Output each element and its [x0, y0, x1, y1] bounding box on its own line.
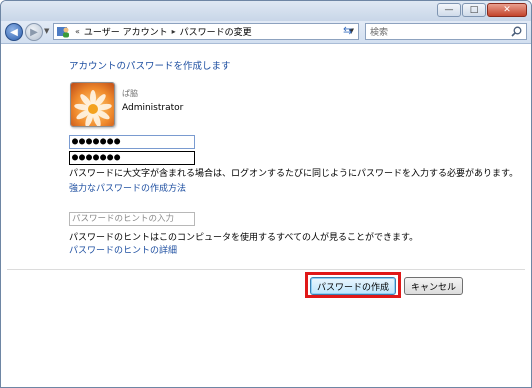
- recent-pages-chevron-icon[interactable]: ▼: [44, 27, 49, 35]
- caps-lock-note: パスワードに大文字が含まれる場合は、ログオンするたびに同じようにパスワードを入力…: [69, 169, 519, 179]
- back-button[interactable]: ◀: [5, 23, 23, 41]
- user-role: Administrator: [122, 103, 184, 113]
- breadcrumb-separator-icon[interactable]: ▸: [172, 27, 176, 36]
- navigation-bar: ◀ ▶ ▼ « ユーザー アカウント ▸ パスワードの変更 ▼ ⇆ 検索: [1, 21, 531, 44]
- divider: [7, 269, 525, 270]
- strong-password-link[interactable]: 強力なパスワードの作成方法: [69, 181, 186, 194]
- user-name: ぱ脇: [122, 89, 138, 98]
- search-icon[interactable]: [511, 26, 522, 37]
- search-input[interactable]: 検索: [365, 23, 527, 40]
- close-button[interactable]: ✕: [487, 3, 527, 17]
- arrow-right-icon: ▶: [30, 26, 38, 38]
- breadcrumb-overflow[interactable]: «: [75, 27, 80, 36]
- breadcrumb-change-password[interactable]: パスワードの変更: [180, 25, 252, 38]
- caption-buttons: — □ ✕: [437, 3, 527, 17]
- new-password-field[interactable]: ●●●●●●●: [69, 135, 195, 149]
- page-title: アカウントのパスワードを作成します: [69, 61, 231, 72]
- minimize-button[interactable]: —: [437, 3, 461, 17]
- forward-button[interactable]: ▶: [25, 23, 43, 41]
- search-placeholder: 検索: [370, 28, 389, 38]
- user-accounts-icon: [57, 26, 69, 37]
- refresh-icon[interactable]: ⇆: [343, 24, 352, 37]
- avatar: [70, 82, 115, 127]
- flower-picture-icon: [71, 83, 114, 126]
- main-content: アカウントのパスワードを作成します ぱ脇 Administrator ●●●●●…: [1, 44, 531, 387]
- maximize-button[interactable]: □: [462, 3, 486, 17]
- breadcrumb-user-accounts[interactable]: ユーザー アカウント: [84, 25, 168, 38]
- hint-details-link[interactable]: パスワードのヒントの詳細: [69, 243, 177, 256]
- cancel-button[interactable]: キャンセル: [404, 277, 463, 295]
- arrow-left-icon: ◀: [10, 26, 18, 38]
- title-bar: — □ ✕: [1, 1, 531, 21]
- create-password-button[interactable]: パスワードの作成: [310, 277, 396, 295]
- control-panel-window: — □ ✕ ◀ ▶ ▼ « ユーザー アカウント ▸ パスワードの変更 ▼ ⇆ …: [0, 0, 532, 388]
- password-hint-field[interactable]: パスワードのヒントの入力: [69, 212, 195, 226]
- hint-visibility-note: パスワードのヒントはこのコンピュータを使用するすべての人が見ることができます。: [69, 233, 419, 243]
- address-bar[interactable]: « ユーザー アカウント ▸ パスワードの変更 ▼: [53, 23, 359, 40]
- confirm-password-field[interactable]: ●●●●●●●: [69, 151, 195, 165]
